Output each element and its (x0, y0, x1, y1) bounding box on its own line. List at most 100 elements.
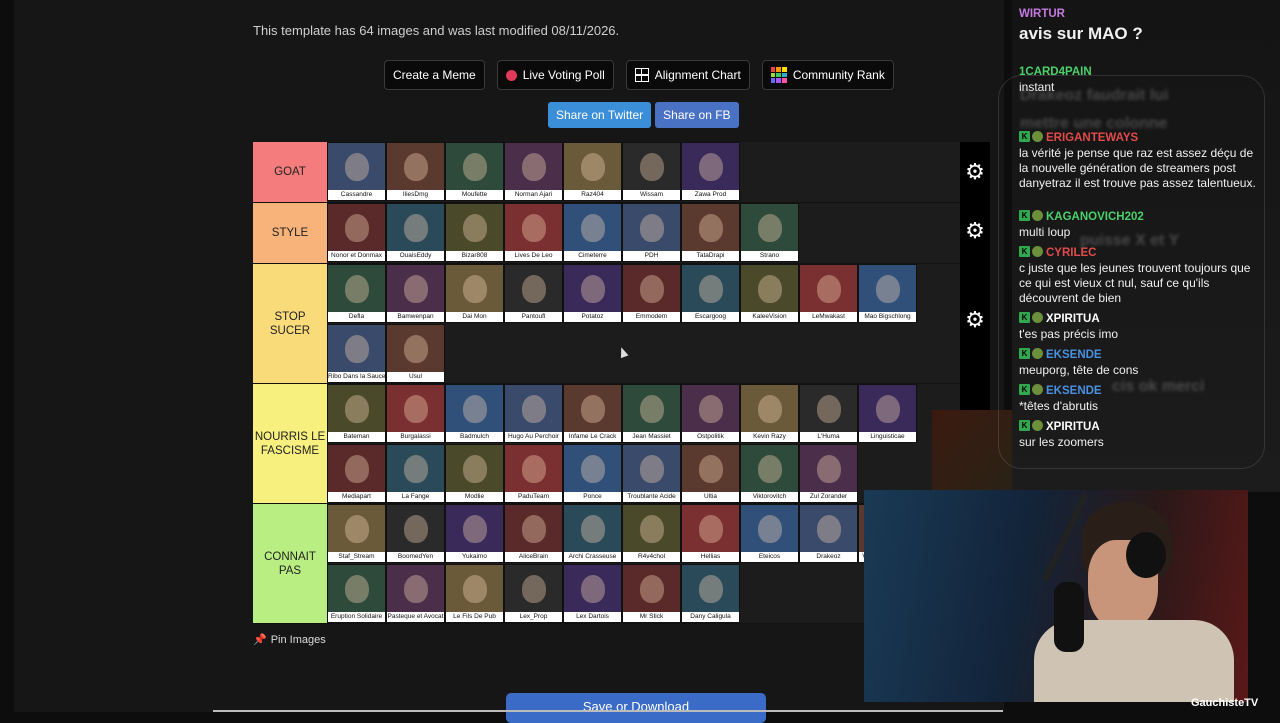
tier-item[interactable]: Drakeoz (799, 504, 858, 563)
tier-item[interactable]: Archi Crasseuse (563, 504, 622, 563)
tier-item[interactable]: Modlie (445, 443, 504, 503)
tier-item-caption: Le Fils De Pub (446, 611, 503, 622)
tier-item[interactable]: TataDrapi (681, 203, 740, 262)
tier-row: CONNAIT PAS Staf_Stream BoomedYen Yukaimo Al… (253, 504, 963, 624)
tier-item[interactable]: Hellias (681, 504, 740, 563)
tier-item[interactable]: Eruption Solidaire (327, 563, 386, 623)
tier-item[interactable]: Bateman (327, 384, 386, 443)
save-download-button[interactable]: Save or Download (506, 693, 766, 723)
tier-item[interactable]: Ultia (681, 443, 740, 503)
tier-item[interactable]: OuaisEddy (386, 203, 445, 262)
tier-item[interactable]: Staf_Stream (327, 504, 386, 563)
avatar-image (816, 515, 841, 543)
tier-item[interactable]: L'Huma (799, 384, 858, 443)
tier-item[interactable]: Cassandre (327, 142, 386, 201)
live-voting-button[interactable]: Live Voting Poll (496, 60, 614, 90)
alignment-chart-button[interactable]: Alignment Chart (625, 60, 750, 90)
avatar-image (521, 275, 546, 303)
tier-label[interactable]: STYLE (253, 203, 327, 263)
tier-item[interactable]: Usul (386, 323, 445, 383)
tier-item[interactable]: AliceBrain (504, 504, 563, 563)
tier-item-caption: Ribo Dans la Sauce (328, 371, 385, 382)
tier-item[interactable]: Lives De Leo (504, 203, 563, 262)
tier-item[interactable]: Zul Zorander (799, 443, 858, 503)
tier-item[interactable]: Burgalassi (386, 384, 445, 443)
chat-username[interactable]: WIRTUR (1019, 8, 1065, 20)
tier-item[interactable]: Le Fils De Pub (445, 563, 504, 623)
gear-icon[interactable]: ⚙ (965, 220, 985, 242)
tier-item[interactable]: Norman Ajari (504, 142, 563, 201)
avatar-image (462, 275, 487, 303)
tier-label[interactable]: CONNAIT PAS (253, 504, 327, 623)
tier-item[interactable]: Escargoog (681, 264, 740, 323)
tier-item[interactable]: Nonor et Donmax (327, 203, 386, 262)
tier-item[interactable]: Moufette (445, 142, 504, 201)
tier-label[interactable]: GOAT (253, 142, 327, 202)
tier-item[interactable]: Pantoufl (504, 264, 563, 323)
tier-item[interactable]: Zawa Prod (681, 142, 740, 201)
tier-item[interactable]: Pasteque et Avocat (386, 563, 445, 623)
avatar-image (875, 275, 900, 303)
tier-item[interactable]: Viktorovitch (740, 443, 799, 503)
tier-item[interactable]: PDH (622, 203, 681, 262)
tier-item[interactable]: Yukaimo (445, 504, 504, 563)
action-buttons: Create a Meme Live Voting Poll Alignment… (384, 60, 894, 90)
community-rank-button[interactable]: Community Rank (761, 60, 894, 90)
horizontal-scrollbar[interactable] (213, 710, 1003, 712)
tier-item[interactable]: Dany Caligula (681, 563, 740, 623)
tier-label[interactable]: NOURRIS LE FASCISME (253, 384, 327, 503)
mic-arm (1042, 493, 1088, 582)
tier-item[interactable]: BoomedYen (386, 504, 445, 563)
tier-item-caption: Lives De Leo (505, 251, 562, 261)
tier-item[interactable]: Troublante Acide (622, 443, 681, 503)
tier-item[interactable]: Emmodem (622, 264, 681, 323)
tier-item[interactable]: Badmulch (445, 384, 504, 443)
tier-item[interactable]: KaleeVision (740, 264, 799, 323)
tier-item[interactable]: IliesDmg (386, 142, 445, 201)
tier-item[interactable]: Kevin Razy (740, 384, 799, 443)
tier-item[interactable]: Mediapart (327, 443, 386, 503)
tier-item-caption: Moufette (446, 190, 503, 200)
avatar-image (580, 214, 605, 242)
avatar-image (639, 153, 664, 181)
tier-item[interactable]: PaduTeam (504, 443, 563, 503)
tier-item[interactable]: Raz404 (563, 142, 622, 201)
tier-item[interactable]: Mao Bigschlong (858, 264, 917, 323)
avatar-image (580, 515, 605, 543)
tier-item[interactable]: Dai Mon (445, 264, 504, 323)
avatar-image (698, 275, 723, 303)
tier-item[interactable]: Bamwenpan (386, 264, 445, 323)
tier-item[interactable]: Cimeterre (563, 203, 622, 262)
tier-item[interactable]: Lex Dartois (563, 563, 622, 623)
tier-item[interactable]: Jean Massiet (622, 384, 681, 443)
tier-item-caption: Pasteque et Avocat (387, 611, 444, 622)
tier-item[interactable]: Wissam (622, 142, 681, 201)
tier-items: Defla Bamwenpan Dai Mon Pantoufl Potatoz Emmo… (327, 264, 963, 383)
tier-item[interactable]: Hugo Au Perchoir (504, 384, 563, 443)
share-fb-button[interactable]: Share on FB (655, 102, 739, 128)
tier-item[interactable]: Strano (740, 203, 799, 262)
tier-item[interactable]: Potatoz (563, 264, 622, 323)
tier-item[interactable]: Ponce (563, 443, 622, 503)
tier-item[interactable]: Mr Stick (622, 563, 681, 623)
tier-label[interactable]: STOP SUCER (253, 264, 327, 383)
tier-item[interactable]: Ribo Dans la Sauce (327, 323, 386, 383)
avatar-image (462, 574, 487, 603)
gear-icon[interactable]: ⚙ (965, 309, 985, 331)
tier-item[interactable]: Linguisticae (858, 384, 917, 443)
tier-item[interactable]: La Fange (386, 443, 445, 503)
pin-icon: 📌 (253, 634, 267, 646)
tier-item[interactable]: Infame Le Crack (563, 384, 622, 443)
tier-item[interactable]: Eteicos (740, 504, 799, 563)
share-twitter-button[interactable]: Share on Twitter (548, 102, 652, 128)
tier-item[interactable]: Defla (327, 264, 386, 323)
tier-item[interactable]: LeMwakast (799, 264, 858, 323)
tier-item[interactable]: Ostpolitik (681, 384, 740, 443)
gear-icon[interactable]: ⚙ (965, 161, 985, 183)
tier-item[interactable]: Bizar808 (445, 203, 504, 262)
live-voting-label: Live Voting Poll (522, 68, 605, 82)
tier-item[interactable]: Lex_Prop (504, 563, 563, 623)
tier-item[interactable]: R4v4chol (622, 504, 681, 563)
create-meme-button[interactable]: Create a Meme (384, 60, 485, 90)
pin-images-toggle[interactable]: 📌 Pin Images (253, 633, 326, 646)
